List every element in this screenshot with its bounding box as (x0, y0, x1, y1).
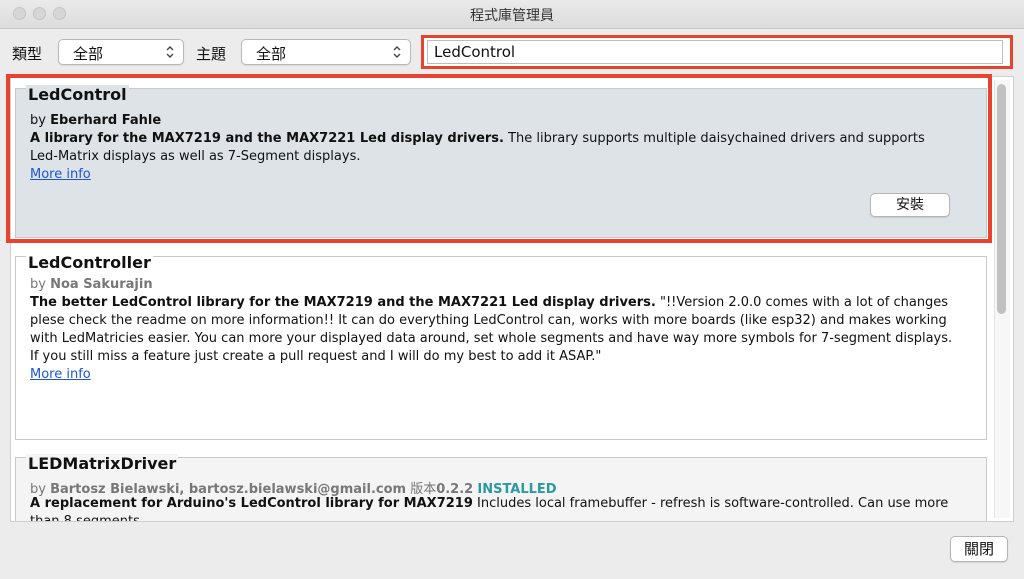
type-label: 類型 (12, 45, 43, 63)
library-description-line2: plese check the readme on more informati… (30, 313, 947, 328)
library-name: LedController (26, 253, 153, 272)
by-prefix: by (30, 482, 51, 497)
updown-chevron-icon (166, 46, 174, 58)
installed-badge: INSTALLED (477, 482, 557, 497)
library-card-ledmatrixdriver[interactable]: LEDMatrixDriver by Bartosz Bielawski, ba… (15, 454, 987, 522)
library-author-line: by Noa Sakurajin (30, 277, 153, 292)
more-info-link[interactable]: More info (30, 167, 91, 182)
library-list: LedControl by Eberhard Fahle A library f… (10, 76, 1014, 522)
library-summary: A library for the MAX7219 and the MAX722… (30, 131, 504, 146)
install-button[interactable]: 安裝 (870, 193, 950, 217)
more-info-link[interactable]: More info (30, 367, 91, 382)
search-input[interactable] (427, 40, 1003, 64)
library-author-line: by Eberhard Fahle (30, 113, 161, 128)
library-version: 0.2.2 (436, 482, 474, 497)
close-button[interactable]: 關閉 (950, 536, 1008, 562)
scrollbar-thumb[interactable] (997, 84, 1006, 314)
library-description-line3: with LedMatricies easier. You can more y… (30, 331, 953, 346)
library-name: LedControl (26, 85, 129, 104)
library-description-line1: The better LedControl library for the MA… (30, 295, 948, 310)
topic-select-value: 全部 (256, 45, 287, 63)
topic-label: 主題 (196, 45, 227, 63)
library-description-line2: Led-Matrix displays as well as 7-Segment… (30, 149, 361, 164)
type-select[interactable]: 全部 (58, 39, 184, 65)
search-highlight-frame (421, 35, 1013, 69)
library-card-ledcontroller[interactable]: LedController by Noa Sakurajin The bette… (15, 253, 987, 440)
library-description-line1: A replacement for Arduino's LedControl l… (30, 496, 948, 511)
by-prefix: by (30, 113, 51, 128)
library-author: Eberhard Fahle (50, 113, 162, 128)
library-author-line: by Bartosz Bielawski, bartosz.bielawski@… (30, 478, 557, 497)
version-label: 版本 (406, 482, 437, 497)
library-description-line1: A library for the MAX7219 and the MAX722… (30, 131, 925, 146)
library-description: The library supports multiple daisychain… (503, 131, 925, 146)
library-description: "!!Version 2.0.0 comes with a lot of cha… (655, 295, 949, 310)
by-prefix: by (30, 277, 51, 292)
library-author: Noa Sakurajin (50, 277, 153, 292)
library-description-line2: than 8 segments. (30, 514, 145, 522)
library-summary: A replacement for Arduino's LedControl l… (30, 496, 473, 511)
title-bar: 程式庫管理員 (0, 0, 1024, 29)
library-summary: The better LedControl library for the MA… (30, 295, 656, 310)
library-description: Includes local framebuffer - refresh is … (472, 496, 949, 511)
library-card-ledcontrol[interactable]: LedControl by Eberhard Fahle A library f… (15, 85, 987, 238)
library-name: LEDMatrixDriver (26, 454, 179, 473)
topic-select[interactable]: 全部 (241, 39, 411, 65)
library-author: Bartosz Bielawski, bartosz.bielawski@gma… (50, 482, 407, 497)
window-title: 程式庫管理員 (470, 8, 554, 24)
library-description-line4: If you still miss a feature just create … (30, 349, 602, 364)
type-select-value: 全部 (73, 45, 104, 63)
updown-chevron-icon (393, 46, 401, 58)
